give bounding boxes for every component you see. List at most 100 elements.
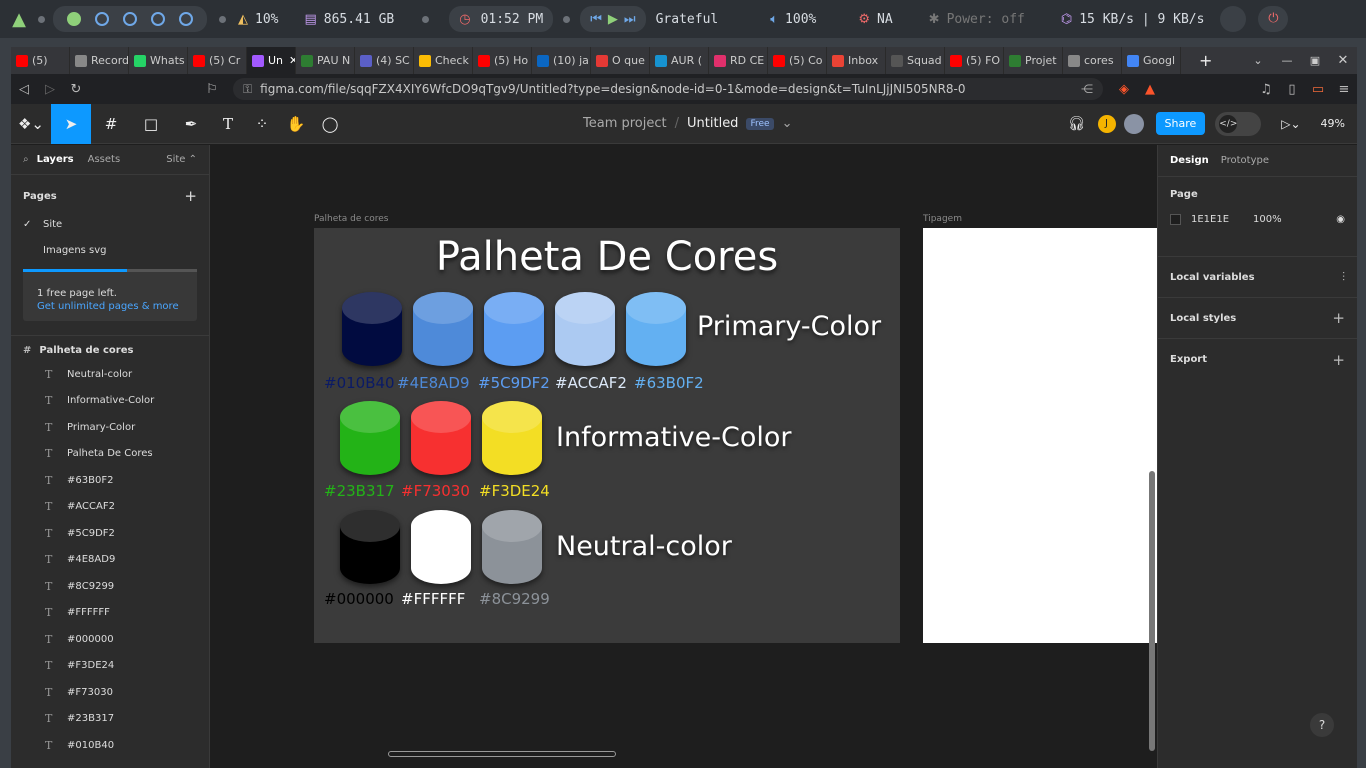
workspace-1[interactable]: [67, 12, 81, 26]
bluetooth-status[interactable]: ✱ Power: off: [929, 12, 1025, 27]
local-variables-section[interactable]: Local variables ⫶: [1158, 257, 1357, 298]
maximize-icon[interactable]: ▣: [1301, 54, 1329, 67]
vertical-scrollbar[interactable]: [1149, 471, 1155, 751]
share-link-icon[interactable]: ⋲: [1081, 82, 1093, 96]
chevron-down-icon[interactable]: ⌄: [1243, 54, 1273, 67]
media-icon[interactable]: ♫: [1253, 82, 1279, 97]
swatch-hex-label[interactable]: #63B0F2: [634, 374, 704, 392]
network-status[interactable]: ⚙ NA: [858, 12, 892, 27]
layer-item[interactable]: T #5C9DF2: [11, 520, 209, 547]
layer-item[interactable]: T #F3DE24: [11, 653, 209, 680]
tab-design[interactable]: Design: [1170, 155, 1209, 166]
swatch-hex-label[interactable]: #FFFFFF: [401, 590, 465, 608]
browser-tab[interactable]: (5): [11, 47, 70, 74]
browser-tab[interactable]: Check: [414, 47, 473, 74]
forward-icon[interactable]: ▷: [37, 82, 63, 97]
swatch-hex-label[interactable]: #F73030: [401, 482, 470, 500]
layer-item[interactable]: T #63B0F2: [11, 467, 209, 494]
add-page-icon[interactable]: +: [184, 187, 197, 205]
figma-menu-icon[interactable]: ❖⌄: [11, 104, 51, 144]
brave-rewards-icon[interactable]: ▲: [1137, 82, 1163, 97]
layer-item[interactable]: T #FFFFFF: [11, 600, 209, 627]
browser-tab[interactable]: Un ✕: [247, 47, 296, 74]
help-button[interactable]: ?: [1310, 713, 1334, 737]
add-style-icon[interactable]: +: [1332, 309, 1345, 327]
wallet-icon[interactable]: ▭: [1305, 82, 1331, 97]
new-tab-icon[interactable]: +: [1199, 51, 1212, 70]
browser-tab[interactable]: (10) ja: [532, 47, 591, 74]
close-tab-icon[interactable]: ✕: [289, 54, 295, 67]
layer-item[interactable]: T #8C9299: [11, 573, 209, 600]
tab-prototype[interactable]: Prototype: [1221, 155, 1269, 166]
shape-tool-icon[interactable]: □: [131, 104, 171, 144]
frame-label-palheta[interactable]: Palheta de cores: [314, 214, 388, 224]
color-group-label[interactable]: Informative-Color: [556, 422, 792, 453]
avatar[interactable]: J: [1097, 114, 1116, 133]
export-section[interactable]: Export +: [1158, 339, 1357, 380]
color-swatch[interactable]: [482, 401, 542, 475]
color-swatch[interactable]: [626, 292, 686, 366]
headphones-icon[interactable]: 🎧︎: [1068, 116, 1086, 132]
browser-tab[interactable]: Inbox: [827, 47, 886, 74]
add-export-icon[interactable]: +: [1332, 351, 1345, 369]
swatch-hex-label[interactable]: #4E8AD9: [397, 374, 470, 392]
play-icon[interactable]: ▶: [608, 12, 618, 27]
color-swatch[interactable]: [484, 292, 544, 366]
zoom-dropdown[interactable]: 49%: [1321, 117, 1345, 130]
page-color-swatch[interactable]: [1170, 214, 1181, 225]
comment-icon[interactable]: ◯: [313, 104, 347, 144]
browser-tab[interactable]: Googl: [1122, 47, 1181, 74]
sliders-icon[interactable]: ⫶: [1342, 270, 1345, 285]
volume[interactable]: 🔈︎ 100%: [770, 12, 816, 27]
page-color-value[interactable]: 1E1E1E: [1191, 214, 1243, 225]
layer-item[interactable]: T Primary-Color: [11, 414, 209, 441]
browser-tab[interactable]: (5) Ho: [473, 47, 532, 74]
workspace-5[interactable]: [179, 12, 193, 26]
page-dropdown[interactable]: Site ⌃: [166, 154, 197, 165]
reload-icon[interactable]: ↻: [63, 82, 89, 97]
next-track-icon[interactable]: ⏭: [624, 12, 636, 27]
layer-item[interactable]: T #010B40: [11, 732, 209, 759]
file-title[interactable]: Team project / Untitled Free ⌄: [583, 116, 792, 131]
track-title[interactable]: Grateful: [656, 12, 719, 27]
dev-mode-toggle[interactable]: </>: [1215, 111, 1262, 136]
team-name[interactable]: Team project: [583, 116, 667, 131]
browser-tab[interactable]: (5) FO: [945, 47, 1004, 74]
color-swatch[interactable]: [482, 510, 542, 584]
eye-icon[interactable]: ◉: [1336, 214, 1345, 225]
browser-tab[interactable]: Projet: [1004, 47, 1063, 74]
browser-tab[interactable]: cores: [1063, 47, 1122, 74]
pen-tool-icon[interactable]: ✒: [171, 104, 211, 144]
user-photo[interactable]: [1123, 113, 1144, 134]
swatch-hex-label[interactable]: #010B40: [324, 374, 395, 392]
arch-logo-icon[interactable]: ▲: [0, 9, 38, 30]
tray-slot[interactable]: [1220, 6, 1247, 32]
browser-tab[interactable]: Squad: [886, 47, 945, 74]
swatch-hex-label[interactable]: #5C9DF2: [478, 374, 550, 392]
search-icon[interactable]: ⌕: [23, 154, 29, 165]
page-item-site[interactable]: ✓ Site: [11, 211, 209, 237]
menu-icon[interactable]: ≡: [1331, 82, 1357, 97]
url-input[interactable]: ⚿ figma.com/file/sqqFZX4XIY6WfcDO9qTgv9/…: [233, 78, 1103, 100]
browser-tab[interactable]: (5) Cr: [188, 47, 247, 74]
layer-item[interactable]: T #ACCAF2: [11, 494, 209, 521]
back-icon[interactable]: ◁: [11, 82, 37, 97]
text-tool-icon[interactable]: T: [211, 104, 245, 144]
tab-assets[interactable]: Assets: [88, 154, 121, 165]
close-window-icon[interactable]: ✕: [1329, 53, 1357, 68]
swatch-hex-label[interactable]: #ACCAF2: [555, 374, 627, 392]
tab-layers[interactable]: Layers: [37, 154, 74, 165]
frame-tool-icon[interactable]: #: [91, 104, 131, 144]
chevron-down-icon[interactable]: ⌄: [782, 116, 793, 131]
browser-tab[interactable]: RD CE: [709, 47, 768, 74]
frame-palheta-de-cores[interactable]: Palheta De Cores #010B40 #4E8AD9 #5C9DF2 #A…: [314, 228, 900, 643]
sidebar-icon[interactable]: ▯: [1279, 82, 1305, 97]
page-opacity-value[interactable]: 100%: [1253, 214, 1282, 225]
layer-item[interactable]: T Palheta De Cores: [11, 441, 209, 468]
color-swatch[interactable]: [340, 401, 400, 475]
move-tool-icon[interactable]: ➤: [51, 103, 91, 144]
upsell-link[interactable]: Get unlimited pages & more: [37, 301, 179, 312]
swatch-hex-label[interactable]: #23B317: [324, 482, 395, 500]
bookmark-icon[interactable]: ⚐: [199, 82, 225, 97]
brave-shield-icon[interactable]: ◈: [1111, 82, 1137, 97]
